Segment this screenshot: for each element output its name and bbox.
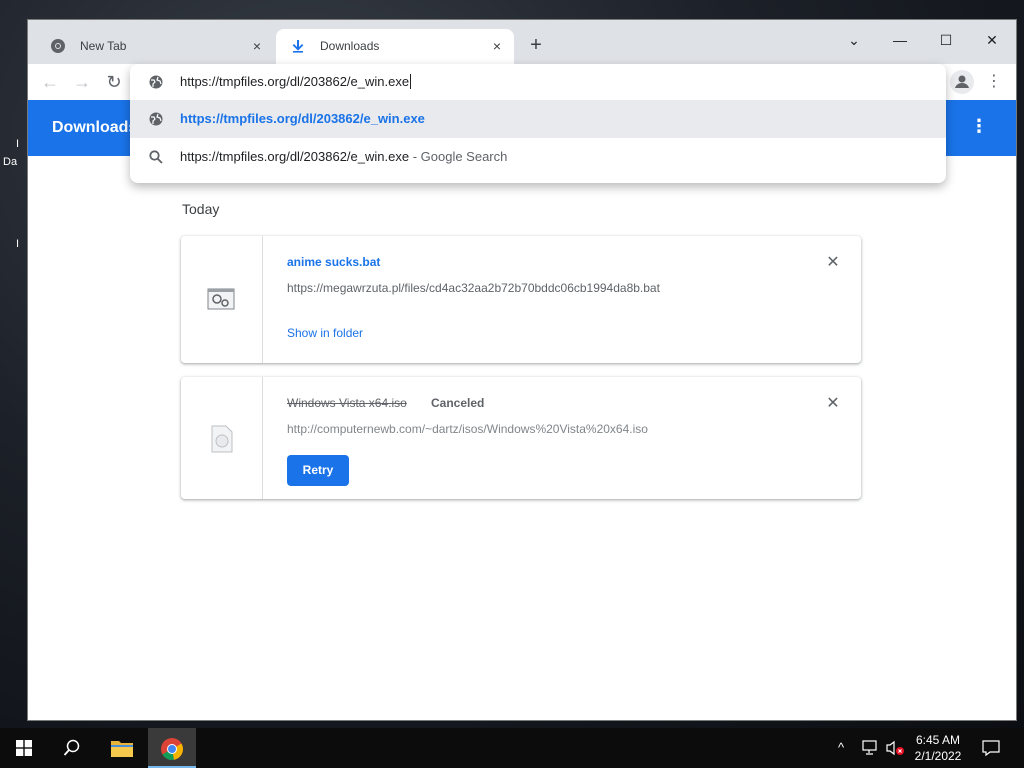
forward-button[interactable]: →	[70, 70, 94, 94]
suggestion-text: https://tmpfiles.org/dl/203862/e_win.exe…	[180, 149, 508, 164]
download-source-url[interactable]: http://computernewb.com/~dartz/isos/Wind…	[287, 422, 648, 436]
maximize-button[interactable]: ☐	[926, 26, 966, 54]
chrome-icon	[51, 39, 65, 53]
close-window-button[interactable]: ✕	[972, 26, 1012, 54]
omnibox-dropdown: https://tmpfiles.org/dl/203862/e_win.exe…	[130, 64, 946, 183]
downloads-menu-button[interactable]: ⋮	[970, 116, 988, 137]
start-button[interactable]	[0, 728, 48, 768]
system-clock[interactable]: 6:45 AM 2/1/2022	[912, 732, 964, 764]
file-icon-column	[181, 377, 263, 499]
tab-close-icon[interactable]: ×	[248, 37, 266, 55]
windows-taskbar: ^ 6:45 AM 2/1/2022	[0, 728, 1024, 768]
desktop-icon-label: I	[16, 138, 20, 150]
show-in-folder-link[interactable]: Show in folder	[287, 326, 363, 340]
suggestion-text: https://tmpfiles.org/dl/203862/e_win.exe	[180, 111, 425, 126]
batch-file-icon	[207, 288, 235, 310]
download-item: Windows Vista x64.iso Canceled http://co…	[181, 377, 861, 499]
address-bar[interactable]: https://tmpfiles.org/dl/203862/e_win.exe	[130, 64, 946, 100]
notifications-icon[interactable]	[982, 739, 1000, 757]
canceled-filename: Windows Vista x64.iso	[287, 396, 407, 410]
download-source-url[interactable]: https://megawrzuta.pl/files/cd4ac32aa2b7…	[287, 281, 660, 295]
tab-strip: New Tab × Downloads × + ⌄ — ☐ ✕	[28, 20, 1016, 64]
profile-avatar-button[interactable]	[950, 70, 974, 94]
minimize-button[interactable]: —	[880, 26, 920, 54]
back-button[interactable]: ←	[38, 70, 62, 94]
tab-downloads[interactable]: Downloads ×	[276, 29, 514, 64]
tab-close-icon[interactable]: ×	[488, 37, 506, 55]
clock-time: 6:45 AM	[915, 733, 961, 747]
show-hidden-icons-chevron[interactable]: ^	[838, 740, 844, 755]
remove-download-icon[interactable]: ✕	[825, 396, 841, 412]
globe-icon	[149, 112, 163, 126]
download-item: anime sucks.bat https://megawrzuta.pl/fi…	[181, 236, 861, 363]
download-filename-link[interactable]: anime sucks.bat	[287, 255, 380, 269]
address-input-text[interactable]: https://tmpfiles.org/dl/203862/e_win.exe	[180, 74, 412, 89]
tab-label: New Tab	[80, 39, 127, 53]
download-icon	[292, 40, 304, 53]
text-caret	[410, 74, 412, 89]
chrome-taskbar-button[interactable]	[148, 728, 196, 768]
omnibox-suggestion-url[interactable]: https://tmpfiles.org/dl/203862/e_win.exe	[130, 100, 946, 138]
file-icon-column	[181, 236, 263, 363]
browser-menu-button[interactable]: ⋮	[986, 70, 1002, 94]
date-section-heading: Today	[182, 201, 220, 217]
person-icon	[955, 75, 969, 88]
omnibox-suggestion-search[interactable]: https://tmpfiles.org/dl/203862/e_win.exe…	[130, 138, 946, 176]
tab-label: Downloads	[320, 39, 380, 53]
network-icon[interactable]	[862, 740, 880, 756]
remove-download-icon[interactable]: ✕	[825, 255, 841, 271]
browser-window: New Tab × Downloads × + ⌄ — ☐ ✕ ← → ↻ ⋮ …	[28, 20, 1016, 720]
chrome-icon	[161, 738, 183, 760]
desktop-icon-label: I	[16, 238, 20, 250]
desktop-icon-label: Da	[3, 156, 18, 168]
search-icon	[63, 739, 80, 756]
search-button[interactable]	[48, 728, 96, 768]
volume-muted-icon[interactable]	[886, 740, 906, 756]
retry-button[interactable]: Retry	[287, 455, 349, 486]
suggestion-suffix: - Google Search	[409, 149, 508, 164]
download-status: Canceled	[431, 396, 485, 410]
tab-search-dropdown-icon[interactable]: ⌄	[834, 26, 874, 54]
folder-icon	[111, 741, 133, 757]
windows-logo-icon	[16, 740, 32, 756]
new-tab-button[interactable]: +	[525, 35, 547, 57]
reload-button[interactable]: ↻	[102, 70, 126, 94]
file-icon	[211, 425, 233, 453]
tab-new-tab[interactable]: New Tab ×	[36, 29, 274, 64]
page-title: Downloads	[52, 119, 138, 136]
clock-date: 2/1/2022	[914, 749, 962, 763]
globe-icon	[149, 75, 163, 89]
search-icon	[149, 150, 163, 164]
file-explorer-button[interactable]	[98, 728, 146, 768]
